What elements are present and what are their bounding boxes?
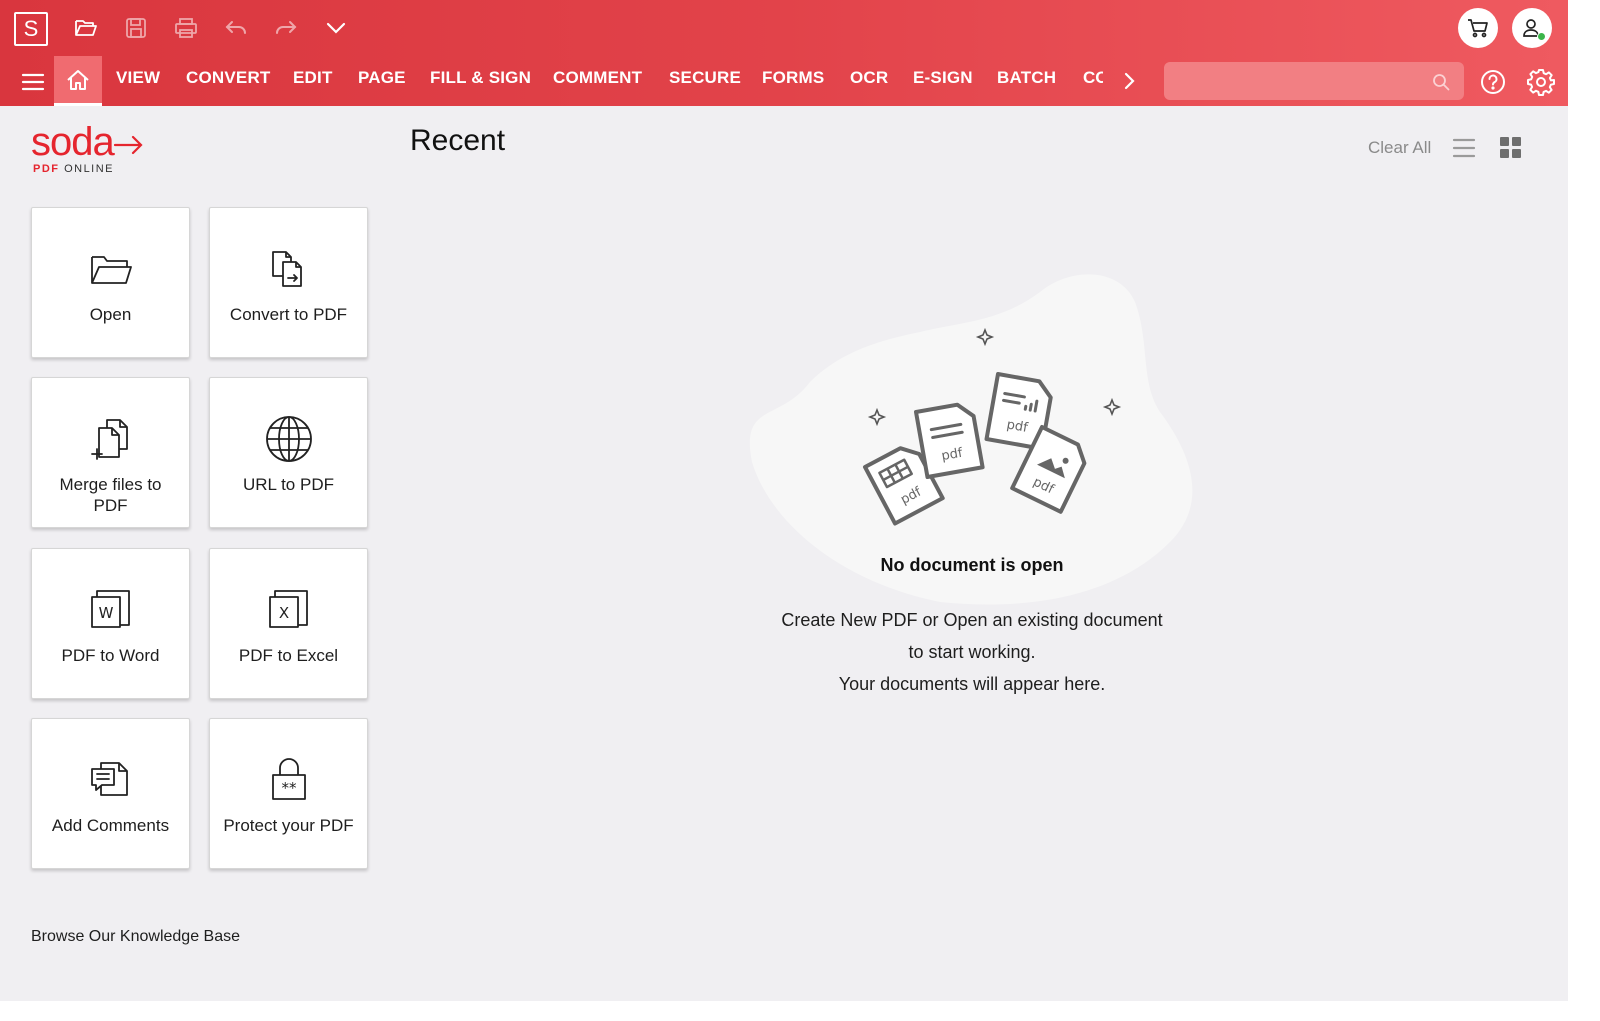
cart-button[interactable] — [1458, 8, 1498, 48]
tile-label: PDF to Word — [61, 646, 160, 665]
home-tab[interactable] — [54, 56, 102, 106]
open-folder-icon — [89, 246, 133, 292]
grid-view-icon[interactable] — [1500, 137, 1522, 164]
user-account-button[interactable] — [1512, 8, 1552, 48]
tile-label: Add Comments — [51, 816, 170, 835]
nav-item-ocr[interactable]: OCR — [850, 68, 888, 88]
nav-item-batch[interactable]: BATCH — [997, 68, 1056, 88]
chevron-down-icon[interactable] — [322, 14, 350, 42]
brand-sub-rest: ONLINE — [64, 163, 115, 175]
brand-sub-bold: PDF — [33, 163, 60, 175]
lock-icon: ** — [269, 757, 309, 803]
cart-icon — [1468, 19, 1488, 38]
tile-pdf-to-excel[interactable]: X PDF to Excel — [209, 548, 368, 699]
empty-state-title: No document is open — [880, 555, 1064, 575]
brand-arrow-icon — [113, 135, 143, 155]
nav-item-convert[interactable]: CONVERT — [186, 68, 271, 88]
tile-label: PDF to Excel — [238, 646, 339, 665]
search-icon[interactable] — [1432, 73, 1450, 91]
tile-label: Protect your PDF — [223, 816, 354, 835]
tile-pdf-to-word[interactable]: W PDF to Word — [31, 548, 190, 699]
search-input[interactable] — [1176, 62, 1426, 100]
nav-item-secure[interactable]: SECURE — [669, 68, 741, 88]
brand-name: soda — [31, 120, 115, 164]
empty-state-line: Your documents will appear here. — [838, 674, 1106, 694]
tile-protect-pdf[interactable]: ** Protect your PDF — [209, 718, 368, 869]
soda-pdf-logo: soda PDF ONLINE — [31, 118, 151, 178]
tile-label: Merge files to PDF — [59, 475, 162, 515]
globe-icon — [264, 416, 314, 462]
empty-state-line: to start working. — [908, 642, 1036, 662]
tile-label: URL to PDF — [242, 475, 334, 494]
tile-merge-files[interactable]: Merge files to PDF — [31, 377, 190, 528]
app-logo-button[interactable]: S — [14, 12, 48, 46]
header-bar: S VIEW CONVERT EDIT PAGE FILL & SIGN COM… — [0, 0, 1568, 106]
search-box[interactable] — [1164, 62, 1464, 100]
nav-item-comment[interactable]: COMMENT — [553, 68, 642, 88]
save-icon[interactable] — [122, 14, 150, 42]
svg-text:W: W — [98, 604, 113, 622]
comments-icon — [89, 757, 133, 803]
online-status-dot — [1537, 32, 1546, 41]
home-icon — [67, 69, 89, 90]
tile-label: Convert to PDF — [229, 305, 348, 324]
undo-icon[interactable] — [222, 14, 250, 42]
svg-text:**: ** — [281, 779, 297, 797]
clear-all-button[interactable]: Clear All — [1368, 138, 1431, 158]
app-window: S VIEW CONVERT EDIT PAGE FILL & SIGN COM… — [0, 0, 1568, 1001]
brand-subtitle: PDF ONLINE — [33, 163, 114, 175]
tile-label: Open — [89, 305, 132, 324]
nav-item-view[interactable]: VIEW — [116, 68, 160, 88]
recent-title: Recent — [410, 124, 506, 157]
nav-item-page[interactable]: PAGE — [358, 68, 406, 88]
nav-item-edit[interactable]: EDIT — [293, 68, 333, 88]
tile-convert-to-pdf[interactable]: Convert to PDF — [209, 207, 368, 358]
nav-item-overflow[interactable]: CO — [1083, 68, 1103, 88]
chevron-right-icon[interactable] — [1122, 70, 1136, 97]
merge-icon — [89, 416, 133, 462]
gear-icon[interactable] — [1527, 68, 1555, 101]
word-icon: W — [89, 587, 133, 633]
list-view-icon[interactable] — [1452, 136, 1476, 165]
window-edge — [1568, 0, 1600, 1021]
window-edge-bottom — [0, 1001, 1568, 1021]
print-icon[interactable] — [172, 14, 200, 42]
empty-state-line: Create New PDF or Open an existing docum… — [781, 610, 1163, 630]
help-icon[interactable] — [1480, 69, 1506, 100]
tile-url-to-pdf[interactable]: URL to PDF — [209, 377, 368, 528]
excel-icon: X — [267, 587, 311, 633]
convert-icon — [269, 246, 309, 292]
redo-icon[interactable] — [272, 14, 300, 42]
nav-item-fill-sign[interactable]: FILL & SIGN — [430, 68, 531, 88]
knowledge-base-link[interactable]: Browse Our Knowledge Base — [31, 928, 240, 946]
nav-item-forms[interactable]: FORMS — [762, 68, 824, 88]
svg-text:X: X — [278, 604, 288, 622]
ribbon-nav: VIEW CONVERT EDIT PAGE FILL & SIGN COMME… — [0, 56, 1568, 106]
open-folder-icon[interactable] — [72, 14, 100, 42]
tile-add-comments[interactable]: Add Comments — [31, 718, 190, 869]
empty-state-message: Create New PDF or Open an existing docum… — [740, 604, 1204, 700]
nav-item-e-sign[interactable]: E-SIGN — [913, 68, 973, 88]
tile-open[interactable]: Open — [31, 207, 190, 358]
hamburger-menu-icon[interactable] — [20, 69, 46, 95]
